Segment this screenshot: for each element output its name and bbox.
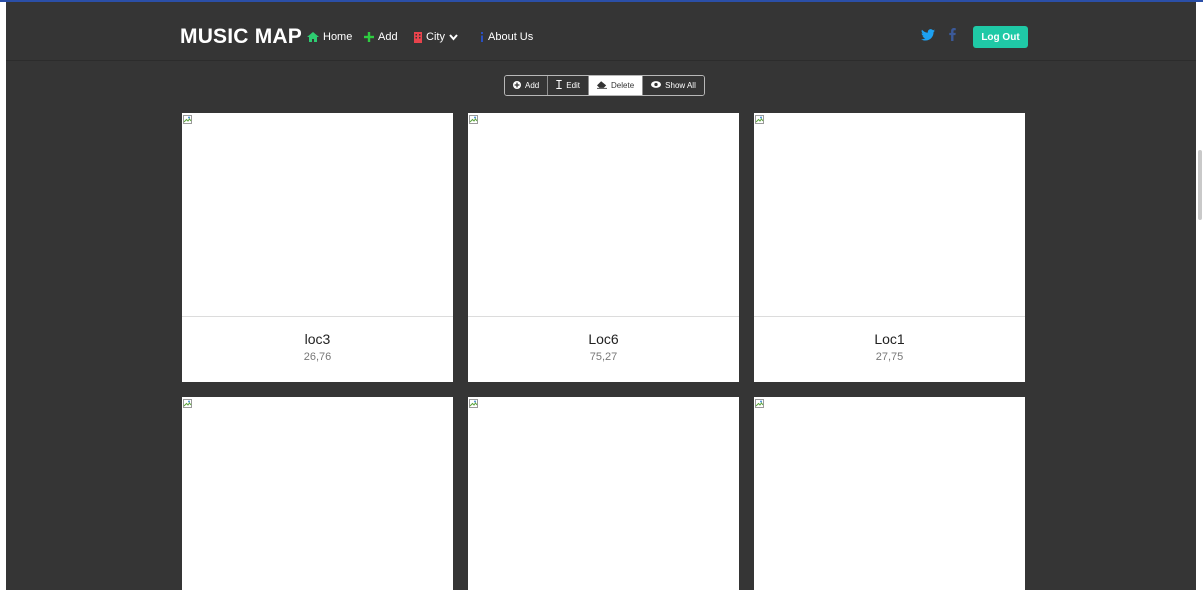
- nav-city-label: City: [426, 31, 445, 43]
- text-cursor-icon: [556, 79, 562, 91]
- toolbar-edit-button[interactable]: Edit: [548, 76, 590, 95]
- toolbar-add-label: Add: [525, 81, 540, 90]
- toolbar-show-all-button[interactable]: Show All: [643, 76, 704, 95]
- facebook-icon[interactable]: [949, 28, 956, 46]
- scrollbar-thumb[interactable]: [1198, 150, 1202, 220]
- location-name: Loc6: [588, 331, 619, 347]
- nav-about[interactable]: About Us: [480, 31, 533, 43]
- logout-button[interactable]: Log Out: [973, 26, 1028, 48]
- location-card[interactable]: [182, 397, 453, 590]
- scrollbar-track[interactable]: [1196, 2, 1203, 590]
- toolbar-show-all-label: Show All: [665, 81, 696, 90]
- broken-image-icon: [469, 399, 478, 408]
- brand-logo[interactable]: MUSIC MAP: [180, 25, 302, 49]
- nav-home-label: Home: [323, 31, 353, 43]
- action-toolbar: Add Edit Delete Show All: [504, 75, 705, 96]
- broken-image-icon: [183, 115, 192, 124]
- location-image: [754, 397, 1025, 590]
- broken-image-icon: [183, 399, 192, 408]
- nav-about-label: About Us: [488, 31, 534, 43]
- location-image: [468, 397, 739, 590]
- twitter-icon[interactable]: [921, 28, 935, 46]
- chevron-down-icon: [449, 33, 458, 41]
- navbar: MUSIC MAP Home Add City About Us Log Out: [6, 2, 1196, 60]
- toolbar-add-button[interactable]: Add: [505, 76, 549, 95]
- toolbar-edit-label: Edit: [566, 81, 581, 90]
- toolbar-delete-label: Delete: [611, 81, 635, 90]
- nav-add-label: Add: [378, 31, 398, 43]
- home-icon: [307, 32, 319, 42]
- nav-add[interactable]: Add: [364, 31, 398, 43]
- location-name: Loc1: [874, 331, 905, 347]
- location-card[interactable]: Loc1 27,75: [754, 113, 1025, 382]
- nav-city-dropdown[interactable]: City: [414, 31, 458, 43]
- eye-icon: [651, 81, 662, 90]
- navbar-divider: [6, 60, 1196, 61]
- broken-image-icon: [755, 115, 764, 124]
- info-icon: [480, 32, 484, 42]
- eraser-icon: [597, 80, 608, 91]
- location-coords: 27,75: [875, 351, 904, 363]
- broken-image-icon: [469, 115, 478, 124]
- location-card[interactable]: Loc6 75,27: [468, 113, 739, 382]
- location-image: [468, 113, 739, 317]
- location-image: [182, 397, 453, 590]
- broken-image-icon: [755, 399, 764, 408]
- nav-home[interactable]: Home: [307, 31, 352, 43]
- building-icon: [414, 31, 422, 43]
- toolbar-delete-button[interactable]: Delete: [589, 76, 644, 95]
- location-image: [182, 113, 453, 317]
- location-coords: 26,76: [303, 351, 332, 363]
- location-card[interactable]: [754, 397, 1025, 590]
- location-image: [754, 113, 1025, 317]
- location-card[interactable]: loc3 26,76: [182, 113, 453, 382]
- location-coords: 75,27: [589, 351, 618, 363]
- plus-icon: [364, 32, 374, 42]
- location-card[interactable]: [468, 397, 739, 590]
- location-name: loc3: [304, 331, 331, 347]
- page-background: MUSIC MAP Home Add City About Us Log Out…: [6, 2, 1196, 590]
- plus-circle-icon: [513, 80, 521, 91]
